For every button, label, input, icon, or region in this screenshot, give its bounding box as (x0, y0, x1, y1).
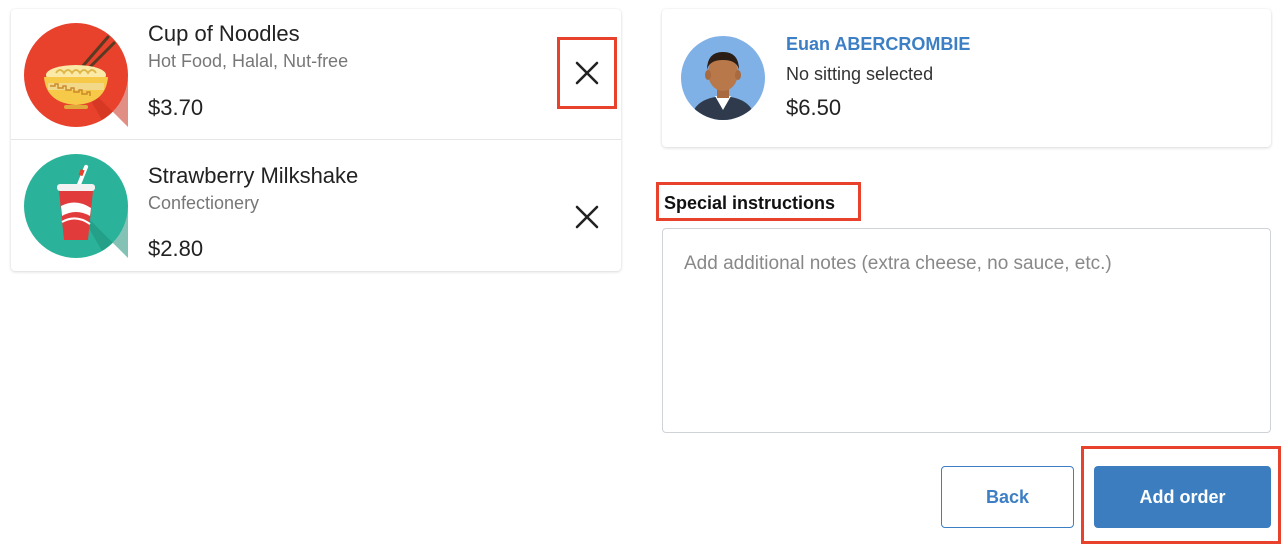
sitting-status: No sitting selected (786, 64, 934, 84)
avatar-icon (681, 36, 765, 120)
cart-item: Strawberry Milkshake Confectionery $2.80 (11, 140, 621, 271)
add-order-button[interactable]: Add order (1094, 466, 1271, 528)
special-instructions-label: Special instructions (656, 182, 861, 221)
cart-items-card: Cup of Noodles Hot Food, Halal, Nut-free… (11, 9, 621, 271)
noodles-icon (24, 23, 128, 127)
special-instructions-field[interactable] (662, 228, 1271, 433)
student-card: Euan ABERCROMBIE No sitting selected $6.… (662, 9, 1271, 147)
item-price: $2.80 (148, 236, 204, 261)
item-price: $3.70 (148, 95, 204, 120)
close-icon (575, 61, 599, 85)
milkshake-icon (24, 154, 128, 258)
close-icon (575, 205, 599, 229)
student-balance: $6.50 (786, 95, 842, 120)
item-tags: Confectionery (148, 193, 260, 213)
item-name: Cup of Noodles (148, 21, 300, 46)
cart-item: Cup of Noodles Hot Food, Halal, Nut-free… (11, 9, 621, 140)
student-name[interactable]: Euan ABERCROMBIE (786, 34, 970, 55)
item-name: Strawberry Milkshake (148, 163, 359, 188)
back-button[interactable]: Back (941, 466, 1074, 528)
remove-item-button[interactable] (557, 37, 617, 109)
item-tags: Hot Food, Halal, Nut-free (148, 51, 349, 71)
remove-item-button[interactable] (557, 181, 617, 253)
